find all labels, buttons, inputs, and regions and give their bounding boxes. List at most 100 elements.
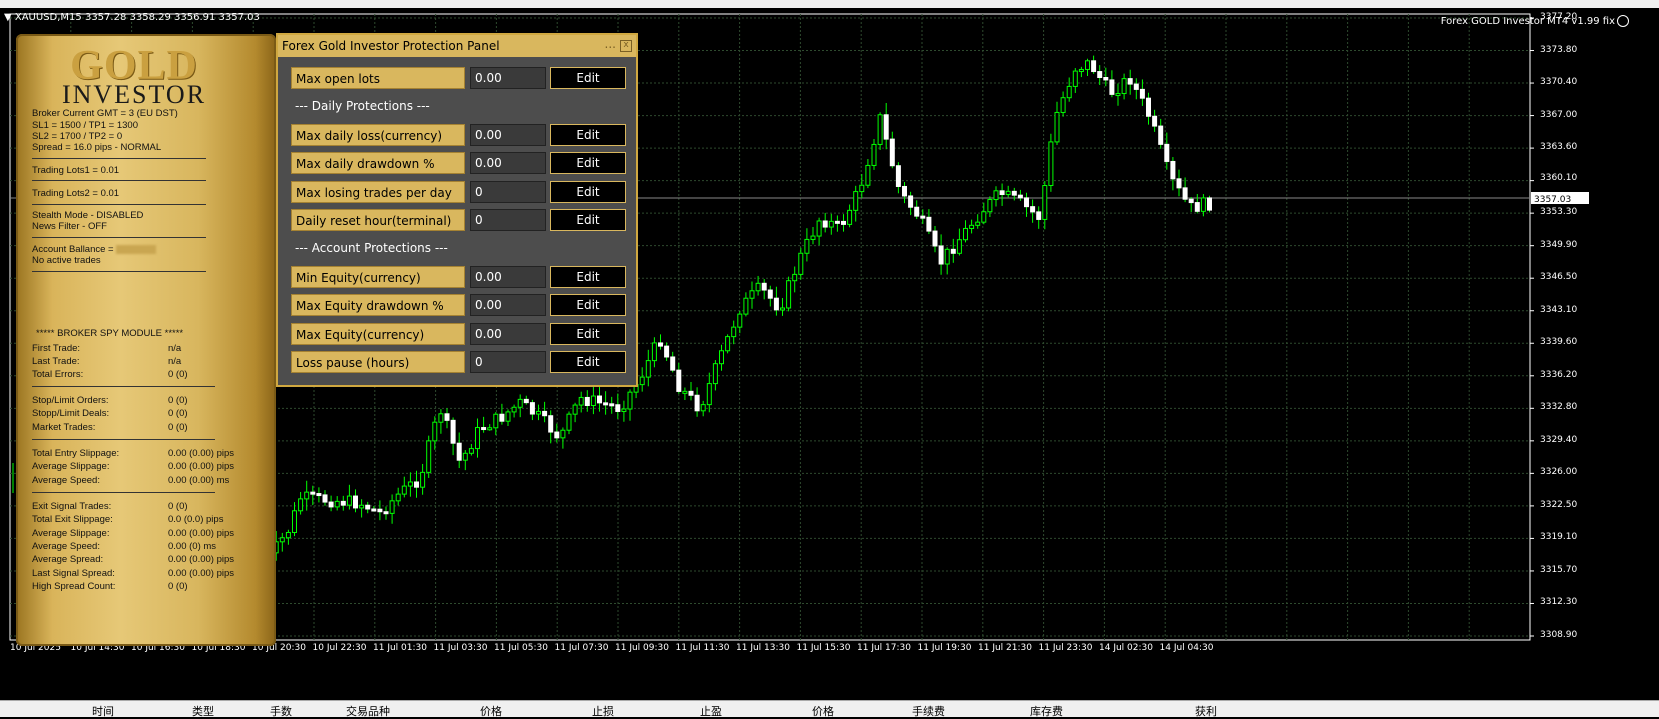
- stat-value: 0 (0): [168, 395, 188, 406]
- candle-body: [1115, 93, 1121, 97]
- price-axis-label: 3319.10: [1540, 532, 1578, 543]
- candle-body: [719, 350, 724, 365]
- candle-body: [493, 413, 499, 429]
- edit-button-max-daily-loss[interactable]: Edit: [550, 124, 626, 146]
- edit-button-max-equity[interactable]: Edit: [550, 323, 626, 345]
- terminal-column-header[interactable]: 手续费: [912, 703, 945, 719]
- input-loss-pause[interactable]: 0: [470, 351, 546, 373]
- candle-body: [499, 413, 505, 422]
- candle-body: [298, 498, 304, 512]
- terminal-column-header[interactable]: 手数: [270, 703, 292, 719]
- candle-body: [816, 220, 822, 237]
- stat-label: Market Trades:: [32, 422, 96, 433]
- edit-button-max-losing-trades[interactable]: Edit: [550, 181, 626, 203]
- input-min-equity[interactable]: 0.00: [470, 266, 546, 288]
- candle-body: [627, 391, 633, 410]
- input-max-open-lots[interactable]: 0.00: [470, 67, 546, 89]
- stat-label: Average Speed:: [32, 475, 100, 486]
- label-daily-reset-hour: Daily reset hour(terminal): [291, 209, 465, 231]
- stat-label: Average Slippage:: [32, 528, 110, 539]
- stat-value: 0.00 (0.00) ms: [168, 475, 230, 486]
- candle-body: [883, 114, 889, 140]
- candle-body: [725, 336, 731, 352]
- protection-panel-title[interactable]: Forex Gold Investor Protection Panel: [278, 35, 636, 57]
- price-axis-label: 3339.60: [1540, 337, 1578, 348]
- candle-body: [359, 504, 365, 509]
- terminal-column-header[interactable]: 交易品种: [346, 703, 390, 719]
- candle-body: [1176, 178, 1182, 189]
- terminal-column-header[interactable]: 类型: [192, 703, 214, 719]
- terminal-column-header[interactable]: 获利: [1195, 703, 1217, 719]
- candle-body: [1078, 68, 1084, 72]
- candle-body: [444, 413, 450, 421]
- terminal-column-header[interactable]: 库存费: [1030, 703, 1063, 719]
- expert-advisor-title: Forex GOLD Investor MT4 v1.99 fix: [1440, 16, 1615, 27]
- candle-body: [578, 396, 584, 406]
- edit-button-max-equity-drawdown[interactable]: Edit: [550, 294, 626, 316]
- candle-body: [334, 500, 340, 508]
- candle-body: [1109, 79, 1115, 95]
- candle-body: [761, 282, 767, 291]
- candle-body: [1005, 190, 1011, 196]
- candle-body: [414, 481, 419, 488]
- candle-body: [1091, 60, 1097, 73]
- time-axis-label: 11 Jul 13:30: [736, 643, 790, 653]
- time-axis-label: 11 Jul 17:30: [857, 643, 911, 653]
- price-axis-label: 3329.40: [1540, 434, 1578, 445]
- candle-body: [834, 220, 840, 224]
- protection-panel[interactable]: Forex Gold Investor Protection Panel ...…: [276, 33, 638, 387]
- candle-body: [926, 216, 932, 232]
- label-max-losing-trades: Max losing trades per day: [291, 181, 465, 203]
- input-max-daily-loss[interactable]: 0.00: [470, 124, 546, 146]
- candle-body: [645, 360, 651, 378]
- terminal-column-header[interactable]: 价格: [480, 703, 502, 719]
- input-max-equity[interactable]: 0.00: [470, 323, 546, 345]
- input-max-equity-drawdown[interactable]: 0.00: [470, 294, 546, 316]
- edit-button-max-open-lots[interactable]: Edit: [550, 67, 626, 89]
- candle-body: [798, 252, 804, 275]
- current-price-label: 3357.03: [1534, 195, 1571, 205]
- input-max-losing-trades[interactable]: 0: [470, 181, 546, 203]
- candle-body: [969, 224, 975, 229]
- candle-body: [1200, 197, 1206, 212]
- edit-button-min-equity[interactable]: Edit: [550, 266, 626, 288]
- candle-body: [1066, 85, 1072, 99]
- trading-lots-2: Trading Lots2 = 0.01: [32, 188, 120, 199]
- candle-body: [688, 390, 694, 396]
- candle-body: [1158, 125, 1164, 145]
- candle-body: [1103, 77, 1109, 81]
- candle-body: [810, 235, 816, 240]
- edit-button-max-daily-drawdown[interactable]: Edit: [550, 152, 626, 174]
- divider: [32, 492, 215, 493]
- terminal-column-header[interactable]: 价格: [812, 703, 834, 719]
- close-icon[interactable]: x: [620, 40, 632, 52]
- stat-value: 0.00 (0.00) pips: [168, 554, 235, 565]
- candle-body: [706, 383, 712, 406]
- candle-body: [804, 238, 810, 254]
- stat-value: 0 (0): [168, 369, 188, 380]
- candle-body: [566, 413, 572, 431]
- candle-body: [615, 404, 621, 412]
- candle-body: [536, 410, 541, 415]
- candle-body: [639, 376, 645, 386]
- terminal-column-header[interactable]: 时间: [92, 703, 114, 719]
- terminal-column-header[interactable]: 止盈: [700, 703, 722, 719]
- minimize-icon[interactable]: ...: [605, 37, 616, 51]
- edit-button-loss-pause[interactable]: Edit: [550, 351, 626, 373]
- candle-body: [731, 326, 737, 338]
- input-max-daily-drawdown[interactable]: 0.00: [470, 152, 546, 174]
- smiley-icon[interactable]: [1617, 15, 1629, 27]
- candle-body: [554, 431, 560, 439]
- gold-investor-panel: GOLD INVESTOR Broker Current GMT = 3 (EU…: [16, 34, 276, 646]
- candle-body: [1036, 211, 1042, 220]
- candle-body: [865, 164, 871, 186]
- candle-body: [780, 307, 785, 311]
- input-daily-reset-hour[interactable]: 0: [470, 209, 546, 231]
- edit-button-daily-reset-hour[interactable]: Edit: [550, 209, 626, 231]
- stat-label: Total Exit Slippage:: [32, 514, 113, 525]
- stat-label: Average Slippage:: [32, 461, 110, 472]
- candle-body: [902, 185, 907, 197]
- candle-body: [871, 143, 877, 166]
- terminal-column-header[interactable]: 止损: [592, 703, 614, 719]
- candle-body: [676, 369, 682, 392]
